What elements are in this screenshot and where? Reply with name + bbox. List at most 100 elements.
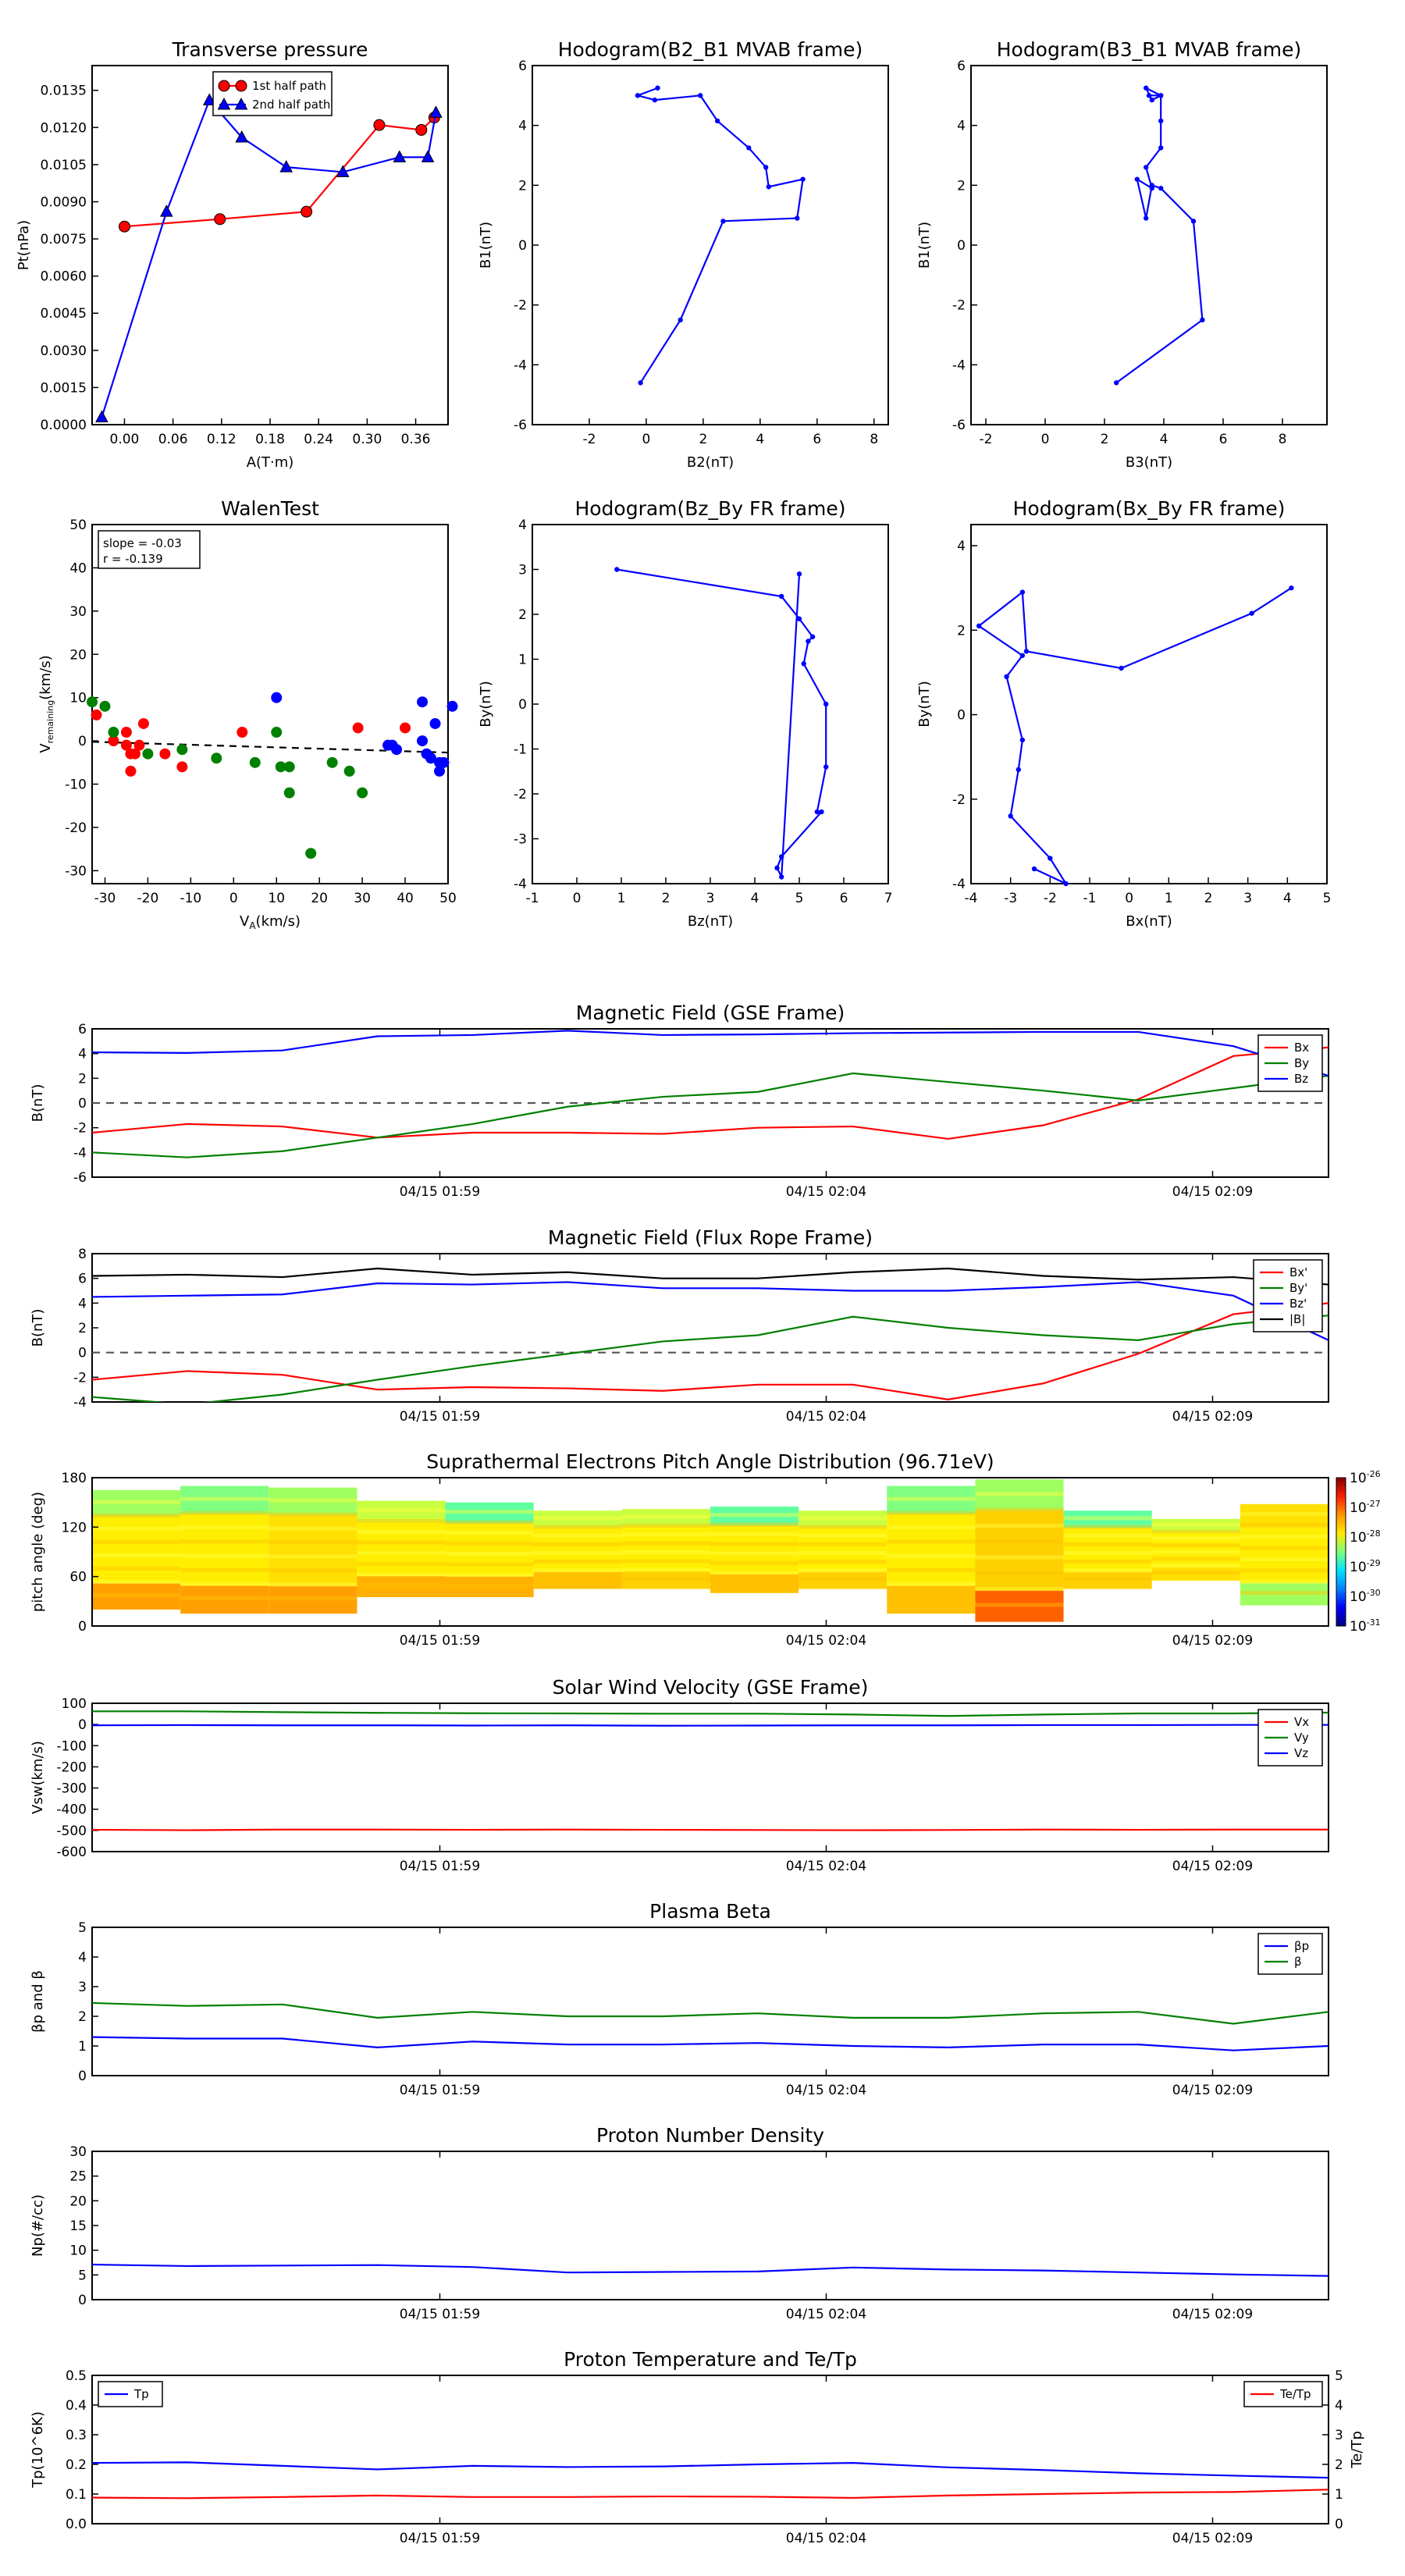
data-point — [823, 701, 829, 707]
scatter-point — [352, 722, 364, 734]
y-tick-label: 10 — [69, 691, 87, 706]
heatmap-cell — [1240, 1523, 1329, 1528]
y-tick-label: -30 — [65, 863, 87, 879]
heatmap-cell — [621, 1514, 710, 1519]
data-point — [118, 220, 130, 233]
series-line — [635, 87, 804, 383]
y-tick-label: 0 — [518, 238, 527, 254]
scatter-point — [305, 848, 317, 859]
y-tick-label: 15 — [69, 2218, 87, 2234]
heatmap-cell — [92, 1566, 181, 1571]
y-tick-label: 0 — [78, 1346, 87, 1361]
heatmap-cell — [92, 1513, 181, 1517]
legend-label: Vy — [1294, 1731, 1309, 1745]
y-tick-label: 0.0090 — [41, 194, 87, 210]
time-tick-label: 04/15 01:59 — [400, 2531, 480, 2546]
series-line-Bz' — [92, 1281, 1329, 1341]
chart-title: Suprathermal Electrons Pitch Angle Distr… — [426, 1450, 994, 1473]
heatmap-cell — [621, 1567, 710, 1572]
y-axis-label: βp and β — [30, 1970, 46, 2033]
y-tick-label: 0.4 — [66, 2398, 87, 2414]
colorbar-tick-label: 10-28 — [1350, 1528, 1381, 1546]
data-point — [1158, 93, 1164, 98]
heatmap-cell — [799, 1542, 887, 1546]
y-tick-label: 0.1 — [66, 2487, 87, 2503]
time-tick-label: 04/15 02:09 — [1172, 2083, 1253, 2098]
x-tick-label: -2 — [1044, 891, 1057, 906]
chart-pt: Transverse pressure 0.00 0.06 0.12 0.18 0.24 0… — [16, 38, 449, 471]
heatmap-cell — [621, 1559, 710, 1564]
x-tick-label: 0.36 — [401, 432, 431, 447]
y-axis-label: pitch angle (deg) — [30, 1492, 46, 1612]
heatmap-cell — [269, 1582, 357, 1587]
data-point — [1249, 610, 1254, 616]
heatmap-cell — [1151, 1564, 1240, 1568]
heatmap-cell — [533, 1542, 622, 1546]
scatter-point — [125, 765, 137, 777]
scatter-point — [326, 756, 338, 768]
heatmap-cell — [1240, 1568, 1329, 1573]
x-tick-label: -2 — [582, 432, 596, 447]
y-tick-label: 6 — [78, 1272, 87, 1287]
heatmap-cell — [887, 1496, 976, 1501]
x-tick-label: 0 — [642, 432, 651, 447]
time-tick-label: 04/15 02:04 — [786, 2083, 866, 2098]
data-point — [1134, 176, 1140, 182]
chart-h2: Hodogram(B3_B1 MVAB frame) -2 0 2 4 6 8 -6 -4 -2 0… — [916, 38, 1328, 471]
time-tick-label: 04/15 01:59 — [400, 1409, 480, 1425]
legend-label: 2nd half path — [252, 98, 330, 112]
series-line-βp — [92, 2036, 1329, 2051]
x-tick-label: 4 — [751, 891, 759, 906]
y-tick-label: -500 — [56, 1823, 87, 1839]
heatmap-cell — [1240, 1579, 1329, 1584]
y-tick-label: -1 — [514, 742, 527, 758]
y-tick-label: 0.0000 — [41, 418, 87, 433]
x-tick-label: 0.06 — [158, 432, 188, 447]
y-tick-label: 6 — [78, 1022, 87, 1037]
time-tick-label: 04/15 02:04 — [786, 1633, 866, 1649]
x-tick-label: 0.18 — [255, 432, 285, 447]
chart-walen: WalenTest -30 -20 -10 0 10 20 30 40 50 -30 -20 -10 0 1… — [37, 497, 458, 931]
data-point — [1019, 589, 1026, 595]
colorbar-tick-label: 10-31 — [1350, 1617, 1381, 1635]
heatmap-cell — [1240, 1557, 1329, 1561]
y-tick-label: 2 — [957, 178, 966, 194]
x-tick-label: 1 — [1165, 891, 1173, 906]
chart-pad: Suprathermal Electrons Pitch Angle Distr… — [30, 1450, 1381, 1649]
legend-label: Tp — [133, 2387, 149, 2401]
heatmap-cell — [1151, 1571, 1240, 1575]
colorbar — [1336, 1477, 1346, 1627]
y-tick-label: 4 — [957, 119, 966, 134]
heatmap-cell — [710, 1580, 799, 1585]
x-axis-label: B3(nT) — [1126, 454, 1172, 471]
y-tick-label: -400 — [56, 1802, 87, 1818]
data-point — [614, 567, 620, 572]
legend-label: Bz' — [1289, 1297, 1307, 1311]
time-tick-label: 04/15 01:59 — [400, 1184, 480, 1200]
legend-box — [1253, 1259, 1323, 1332]
data-point — [652, 97, 658, 103]
heatmap-cell — [180, 1496, 269, 1501]
scatter-point — [446, 700, 458, 712]
heatmap-cell — [887, 1567, 976, 1572]
y-tick-label: 0 — [78, 2293, 87, 2308]
data-point — [766, 184, 771, 190]
data-point — [976, 623, 982, 629]
y-tick-label: 0.0030 — [41, 343, 87, 359]
x-tick-label: 0.24 — [304, 432, 333, 447]
x-tick-label: 0 — [1041, 432, 1050, 447]
scatter-point — [159, 748, 171, 760]
heatmap-cell — [799, 1525, 887, 1529]
y-tick-label: 3 — [1335, 2428, 1343, 2443]
y-tick-label: 4 — [518, 518, 527, 533]
time-tick-label: 04/15 01:59 — [400, 1859, 480, 1874]
heatmap-cell — [445, 1541, 534, 1546]
y-tick-label: 1 — [518, 653, 527, 668]
y-tick-label: 5 — [78, 1920, 87, 1936]
scatter-point — [249, 756, 261, 768]
y-tick-label: -2 — [514, 298, 527, 314]
legend-label: Bz — [1294, 1072, 1308, 1086]
heatmap-cell — [1063, 1577, 1152, 1582]
heatmap-cell — [710, 1560, 799, 1565]
data-point — [415, 123, 428, 136]
